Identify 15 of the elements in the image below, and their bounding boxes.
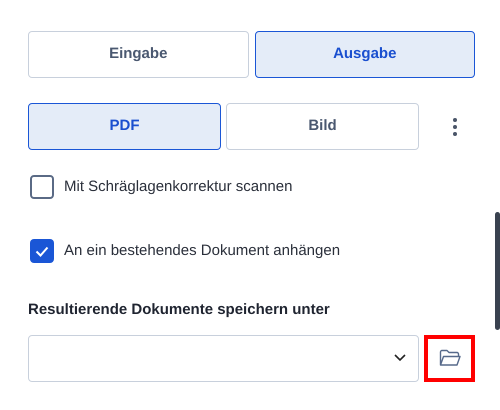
checkbox[interactable]: [30, 239, 54, 263]
chevron-down-icon: [394, 354, 406, 362]
checkmark-icon: [35, 246, 49, 256]
checkbox[interactable]: [30, 175, 54, 199]
tab[interactable]: Bild: [226, 103, 419, 150]
checkbox-label: Mit Schräglagenkorrektur scannen: [64, 176, 292, 197]
scrollbar[interactable]: [495, 212, 500, 330]
checkbox-label: An ein bestehendes Dokument anhängen: [64, 240, 340, 261]
tab[interactable]: PDF: [28, 103, 221, 150]
tab[interactable]: Ausgabe: [254, 31, 475, 78]
tab[interactable]: Eingabe: [28, 31, 248, 78]
more-options-icon[interactable]: [452, 116, 458, 136]
browse-folder-button[interactable]: [424, 334, 475, 382]
folder-icon: [438, 349, 460, 367]
field-label: Resultierende Dokumente speichern unter: [28, 300, 331, 320]
